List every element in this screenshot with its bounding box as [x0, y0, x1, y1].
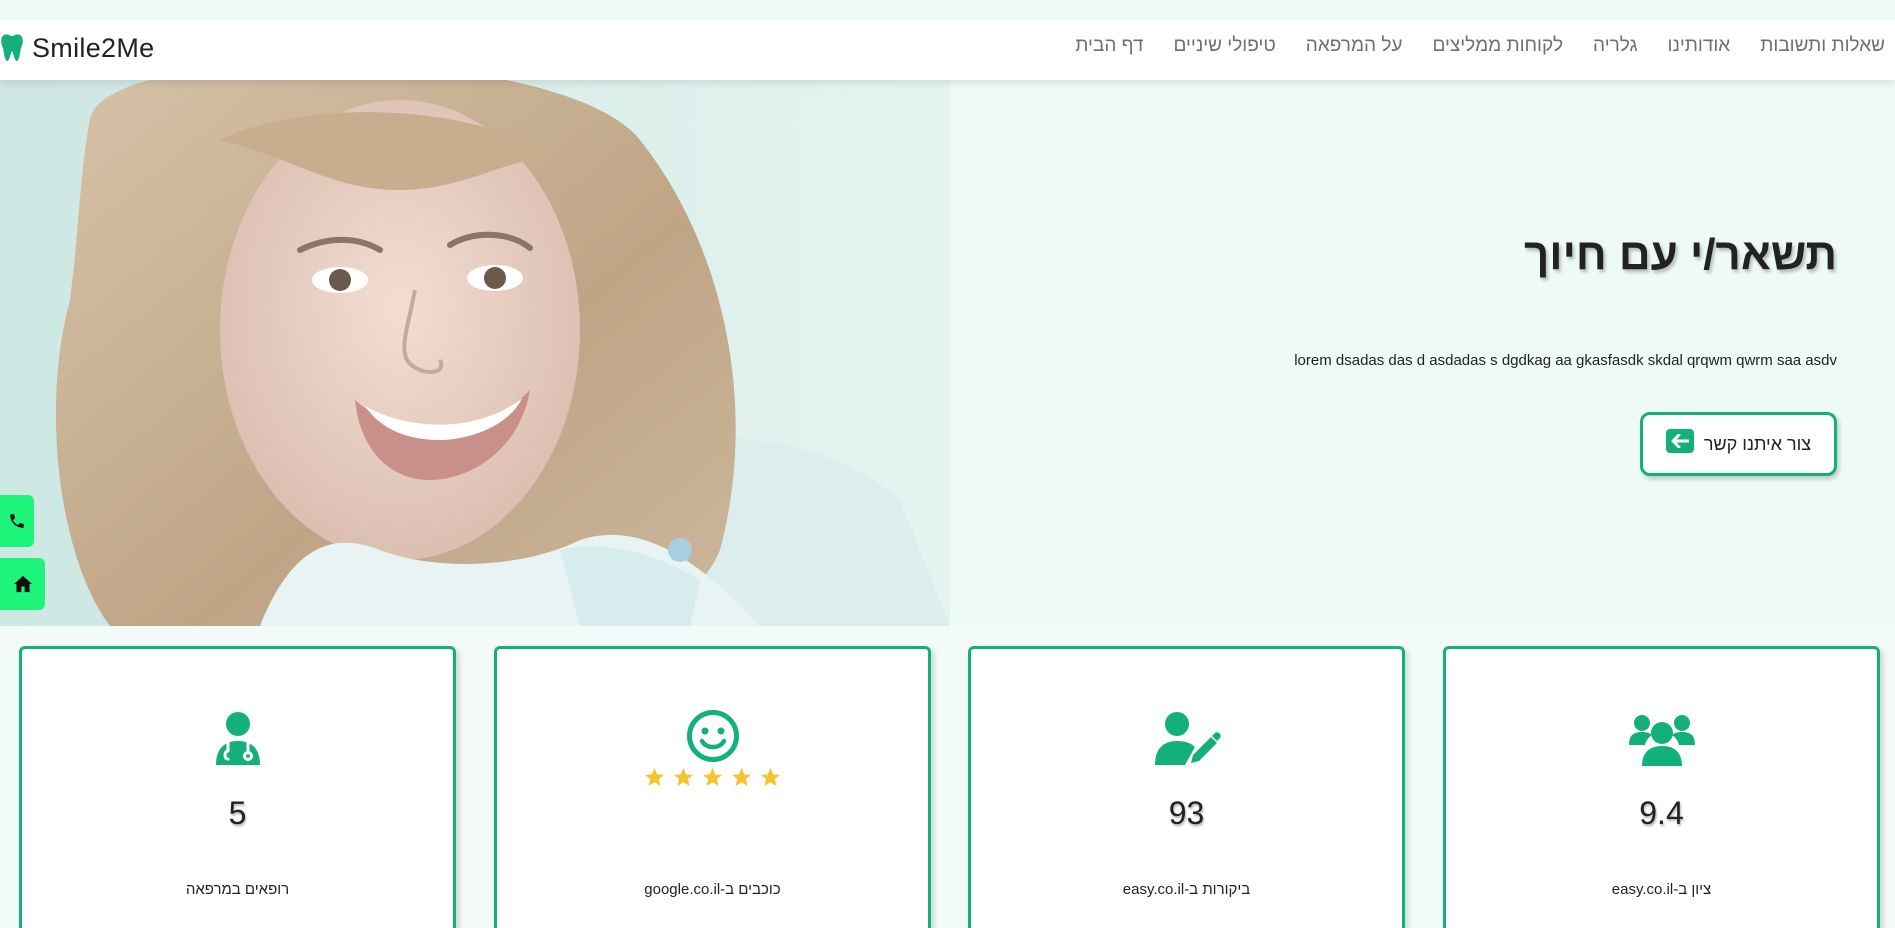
- contact-us-button[interactable]: צור איתנו קשר: [1640, 412, 1837, 476]
- stat-value: 93: [1168, 795, 1205, 831]
- star-icon: [702, 767, 723, 787]
- top-strip: [0, 0, 1895, 20]
- arrow-left-icon: [1665, 429, 1694, 453]
- hero-title: תשאר/י עם חיוך: [1523, 230, 1837, 279]
- home-icon: [13, 575, 32, 593]
- stat-card-reviews: 93 ביקורות ב-easy.co.il: [968, 646, 1405, 928]
- hero-image: [0, 80, 950, 626]
- doctor-icon: [215, 712, 260, 765]
- phone-button[interactable]: [0, 495, 34, 547]
- stat-card-score: 9.4 ציון ב-easy.co.il: [1443, 646, 1880, 928]
- brand[interactable]: Smile2Me: [0, 26, 154, 70]
- star-icon: [760, 767, 781, 787]
- star-icon: [644, 767, 665, 787]
- nav-link-about[interactable]: אודותינו: [1668, 35, 1731, 57]
- brand-name: Smile2Me: [32, 32, 155, 63]
- stat-value: 5: [228, 795, 247, 831]
- smile-icon: [686, 710, 739, 762]
- stat-label: רופאים במרפאה: [185, 881, 290, 898]
- hero-text: lorem dsadas das d asdadas s dgdkag aa g…: [1294, 352, 1837, 369]
- stat-card-google-stars: כוכבים ב-google.co.il: [494, 646, 931, 928]
- stat-label: ביקורות ב-easy.co.il: [1122, 881, 1251, 898]
- nav-link-treatments[interactable]: טיפולי שיניים: [1173, 35, 1275, 57]
- star-icon: [673, 767, 694, 787]
- nav-link-gallery[interactable]: גלריה: [1593, 35, 1637, 57]
- nav-link-faq[interactable]: שאלות ותשובות: [1760, 35, 1885, 57]
- contact-us-label: צור איתנו קשר: [1703, 433, 1812, 454]
- phone-icon: [10, 514, 24, 528]
- hero-section: תשאר/י עם חיוך lorem dsadas das d asdada…: [0, 80, 1895, 626]
- stat-value: 9.4: [1639, 795, 1684, 831]
- stat-label: ציון ב-easy.co.il: [1611, 881, 1712, 898]
- smiling-woman-photo: [0, 80, 950, 626]
- nav-link-testimonials[interactable]: לקוחות ממליצים: [1432, 35, 1563, 57]
- stat-card-doctors: 5 רופאים במרפאה: [19, 646, 456, 928]
- navbar: Smile2Me דף הבית טיפולי שיניים על המרפאה…: [0, 20, 1895, 80]
- star-icon: [731, 767, 752, 787]
- home-button[interactable]: [0, 558, 45, 610]
- nav-link-home[interactable]: דף הבית: [1075, 35, 1143, 57]
- stat-label: כוכבים ב-google.co.il: [644, 881, 781, 898]
- nav-links: דף הבית טיפולי שיניים על המרפאה לקוחות מ…: [1075, 20, 1885, 72]
- star-rating: [644, 767, 781, 787]
- page: Smile2Me דף הבית טיפולי שיניים על המרפאה…: [0, 0, 1895, 928]
- stats-section: 5 רופאים במרפאה כוכבים ב-google.co.il 93…: [0, 626, 1895, 928]
- nav-link-clinic[interactable]: על המרפאה: [1306, 35, 1403, 57]
- tooth-icon: [1, 34, 23, 62]
- user-edit-icon: [1154, 712, 1221, 765]
- users-icon: [1628, 715, 1695, 766]
